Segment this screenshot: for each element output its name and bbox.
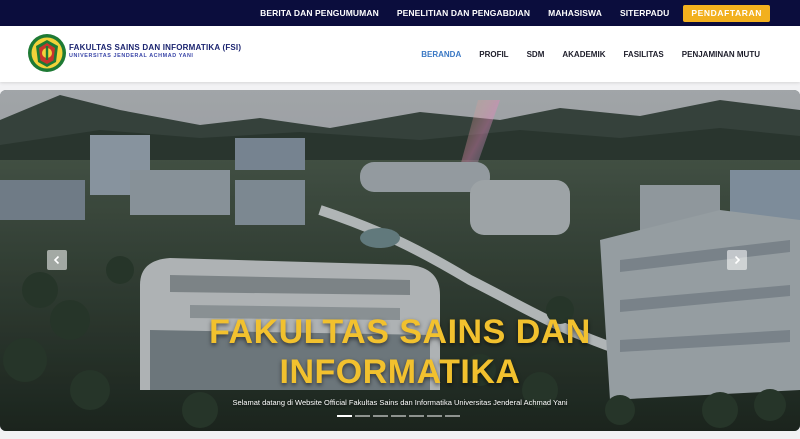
hero-subtitle: Selamat datang di Website Official Fakul… — [232, 398, 568, 407]
nav-item-penjaminan-mutu[interactable]: PENJAMINAN MUTU — [682, 50, 760, 59]
brand-subtitle: UNIVERSITAS JENDERAL ACHMAD YANI — [69, 53, 194, 59]
main-nav: BERANDA PROFIL SDM AKADEMIK FASILITAS PE… — [403, 26, 760, 82]
top-bar: BERITA DAN PENGUMUMAN PENELITIAN DAN PEN… — [0, 0, 800, 26]
nav-item-beranda[interactable]: BERANDA — [421, 50, 461, 59]
hero-slider: FAKULTAS SAINS DAN INFORMATIKA Selamat d… — [0, 90, 800, 431]
slide-indicator[interactable] — [337, 415, 352, 417]
hero-title: FAKULTAS SAINS DAN INFORMATIKA — [0, 312, 800, 392]
top-links: BERITA DAN PENGUMUMAN PENELITIAN DAN PEN… — [242, 0, 770, 26]
chevron-left-icon — [53, 255, 60, 265]
slide-indicator[interactable] — [427, 415, 442, 417]
nav-item-fasilitas[interactable]: FASILITAS — [623, 50, 663, 59]
unjani-crest-icon[interactable] — [27, 33, 67, 73]
slide-indicator[interactable] — [373, 415, 388, 417]
pendaftaran-button[interactable]: PENDAFTARAN — [683, 4, 770, 22]
slide-indicator[interactable] — [355, 415, 370, 417]
slider-prev-button[interactable] — [47, 250, 67, 270]
top-link-mahasiswa[interactable]: MAHASISWA — [548, 8, 602, 18]
slider-indicators — [337, 415, 460, 417]
main-header: FAKULTAS SAINS DAN INFORMATIKA (FSI) UNI… — [0, 26, 800, 82]
slide-indicator[interactable] — [445, 415, 460, 417]
nav-item-akademik[interactable]: AKADEMIK — [562, 50, 605, 59]
top-link-penelitian[interactable]: PENELITIAN DAN PENGABDIAN — [397, 8, 530, 18]
hero-title-line-2: INFORMATIKA — [279, 353, 521, 391]
brand-title[interactable]: FAKULTAS SAINS DAN INFORMATIKA (FSI) — [69, 43, 241, 52]
chevron-right-icon — [734, 255, 741, 265]
slide-indicator[interactable] — [409, 415, 424, 417]
slider-next-button[interactable] — [727, 250, 747, 270]
nav-item-profil[interactable]: PROFIL — [479, 50, 508, 59]
hero-title-line-1: FAKULTAS SAINS DAN — [209, 313, 591, 351]
top-link-siterpadu[interactable]: SITERPADU — [620, 8, 669, 18]
nav-item-sdm[interactable]: SDM — [527, 50, 545, 59]
top-link-berita[interactable]: BERITA DAN PENGUMUMAN — [260, 8, 379, 18]
slide-indicator[interactable] — [391, 415, 406, 417]
